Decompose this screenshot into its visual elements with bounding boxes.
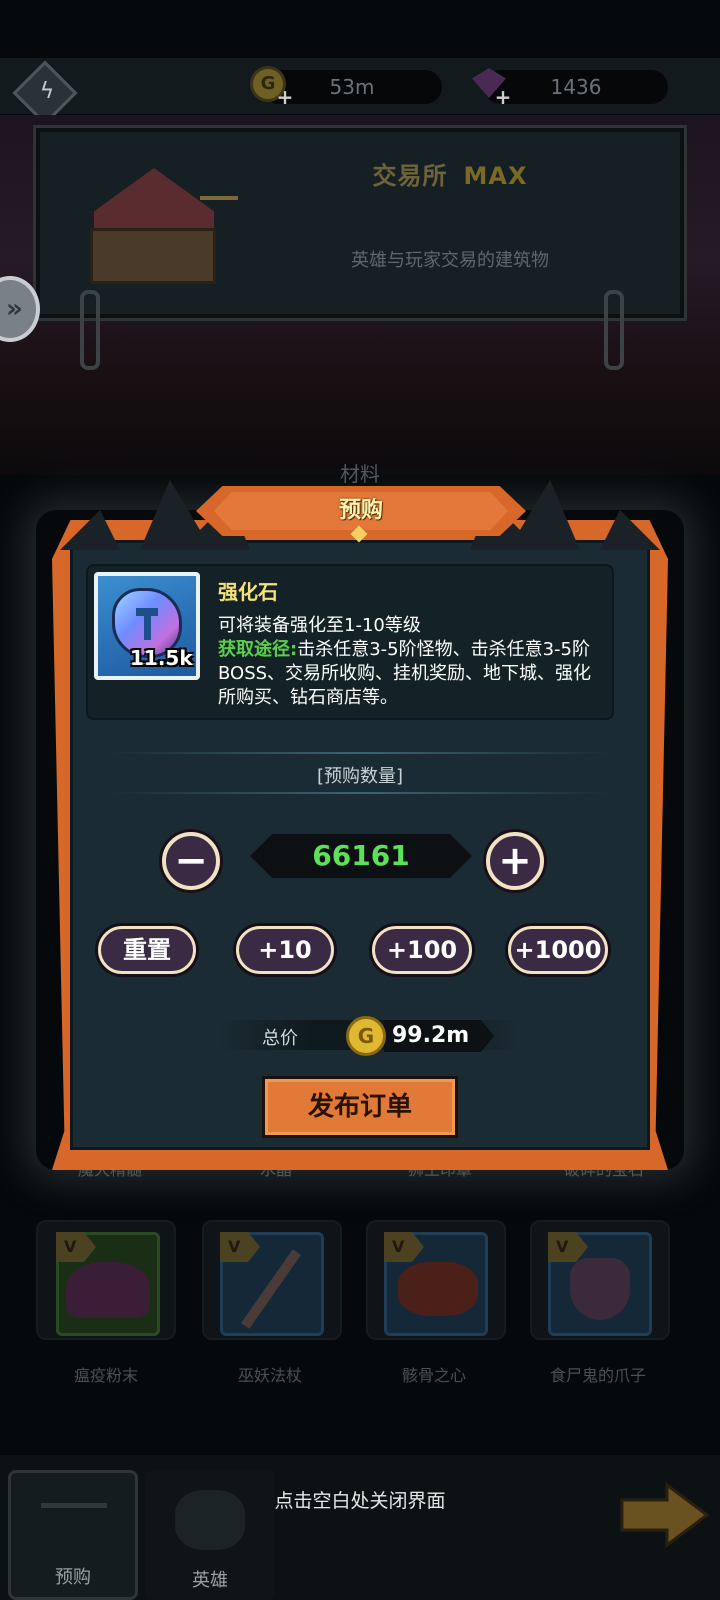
plus-icon: + xyxy=(498,838,532,884)
item-description: 可将装备强化至1-10等级 获取途径:击杀任意3-5阶怪物、击杀任意3-5阶BO… xyxy=(218,614,608,710)
item-effect: 可将装备强化至1-10等级 xyxy=(218,615,421,636)
total-label: 总价 xyxy=(262,1028,298,1049)
close-hint[interactable]: 点击空白处关闭界面 xyxy=(0,1486,720,1513)
item-source-label: 获取途径: xyxy=(218,639,298,660)
hammer-handle-shape xyxy=(144,614,151,640)
building-name: 交易所 xyxy=(372,162,448,190)
tab-hero-label: 英雄 xyxy=(192,1570,228,1591)
add-1000-button[interactable]: +1000 xyxy=(508,926,608,974)
material-label: 瘟疫粉末 xyxy=(73,1366,138,1385)
add-100-button[interactable]: +100 xyxy=(372,926,472,974)
dialog-title: 预购 xyxy=(338,498,383,523)
tab-preorder-label: 预购 xyxy=(55,1567,91,1588)
double-chevron-icon: » xyxy=(6,294,23,324)
total-price: 99.2m xyxy=(392,1023,470,1048)
decrease-button[interactable]: − xyxy=(162,832,220,890)
publish-order-button[interactable]: 发布订单 xyxy=(262,1076,458,1138)
add-gem-icon[interactable]: + xyxy=(494,87,512,107)
divider xyxy=(110,792,610,794)
reset-button[interactable]: 重置 xyxy=(98,926,196,974)
upgrade-stone-icon: 11.5k xyxy=(94,572,200,680)
chain-right xyxy=(604,290,624,370)
quantity-value[interactable]: 66161 xyxy=(250,834,472,878)
item-count: 11.5k xyxy=(130,646,193,670)
add-gold-icon[interactable]: + xyxy=(276,87,294,107)
divider xyxy=(110,752,610,754)
heart-shape xyxy=(398,1262,478,1316)
minus-icon: − xyxy=(174,838,208,884)
material-label: 骸骨之心 xyxy=(401,1366,466,1385)
lightning-icon: ϟ xyxy=(39,79,55,104)
building-description: 英雄与玩家交易的建筑物 xyxy=(351,250,549,271)
claw-shape xyxy=(570,1258,630,1320)
building-level: MAX xyxy=(463,162,528,190)
gold-coin-icon: G xyxy=(346,1016,386,1056)
quantity-label: [预购数量] xyxy=(316,766,404,787)
increase-button[interactable]: + xyxy=(486,832,544,890)
material-label: 食尸鬼的爪子 xyxy=(549,1366,646,1385)
material-label: 巫妖法杖 xyxy=(237,1366,302,1385)
add-10-button[interactable]: +10 xyxy=(236,926,334,974)
plague-powder-shape xyxy=(66,1262,150,1318)
building-title: 交易所 MAX xyxy=(300,156,600,191)
market-building-image xyxy=(80,150,240,300)
item-name: 强化石 xyxy=(218,580,278,604)
chain-left xyxy=(80,290,100,370)
